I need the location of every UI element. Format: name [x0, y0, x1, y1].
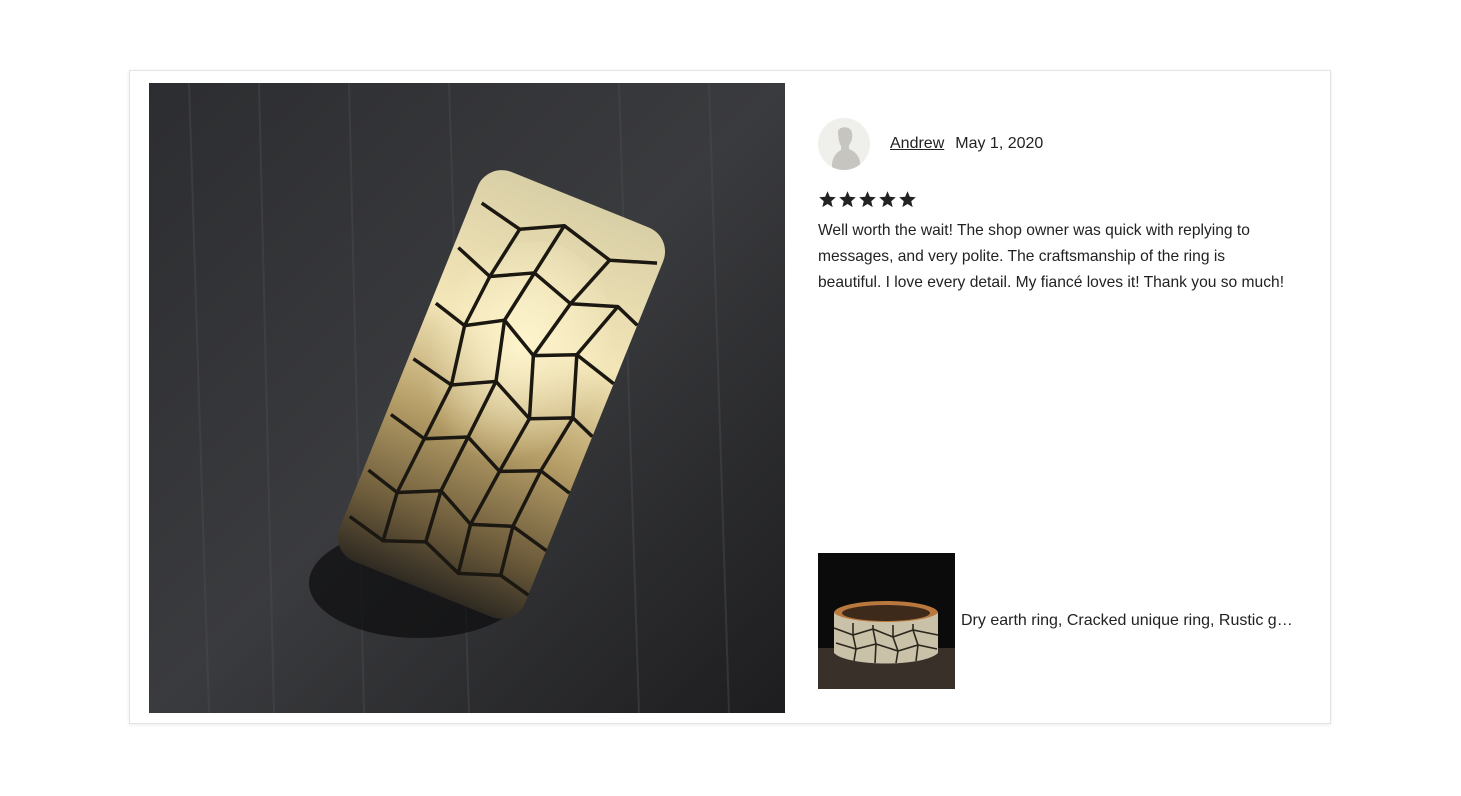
review-author-link[interactable]: Andrew	[890, 135, 944, 153]
star-rating	[818, 190, 1304, 212]
review-photo[interactable]	[149, 83, 785, 713]
review-date: May 1, 2020	[955, 135, 1044, 152]
listing-title[interactable]: Dry earth ring, Cracked unique ring, Rus…	[961, 612, 1301, 630]
star-icon	[879, 191, 896, 208]
review-card: Andrew May 1, 2020 Well worth the wait! …	[129, 70, 1331, 724]
listing-link[interactable]: Dry earth ring, Cracked unique ring, Rus…	[818, 553, 1302, 689]
ring-thumbnail-image	[818, 553, 955, 689]
star-icon	[859, 191, 876, 208]
review-text: Well worth the wait! The shop owner was …	[818, 222, 1285, 291]
avatar[interactable]	[818, 118, 870, 170]
star-icon	[899, 191, 916, 208]
star-icon	[839, 191, 856, 208]
review-content: Andrew May 1, 2020 Well worth the wait! …	[818, 118, 1304, 296]
listing-thumbnail[interactable]	[818, 553, 955, 689]
review-author-row: Andrew May 1, 2020	[818, 118, 1304, 170]
default-user-silhouette-icon	[818, 118, 870, 170]
star-icon	[819, 191, 836, 208]
ring-photo-image	[149, 83, 785, 713]
